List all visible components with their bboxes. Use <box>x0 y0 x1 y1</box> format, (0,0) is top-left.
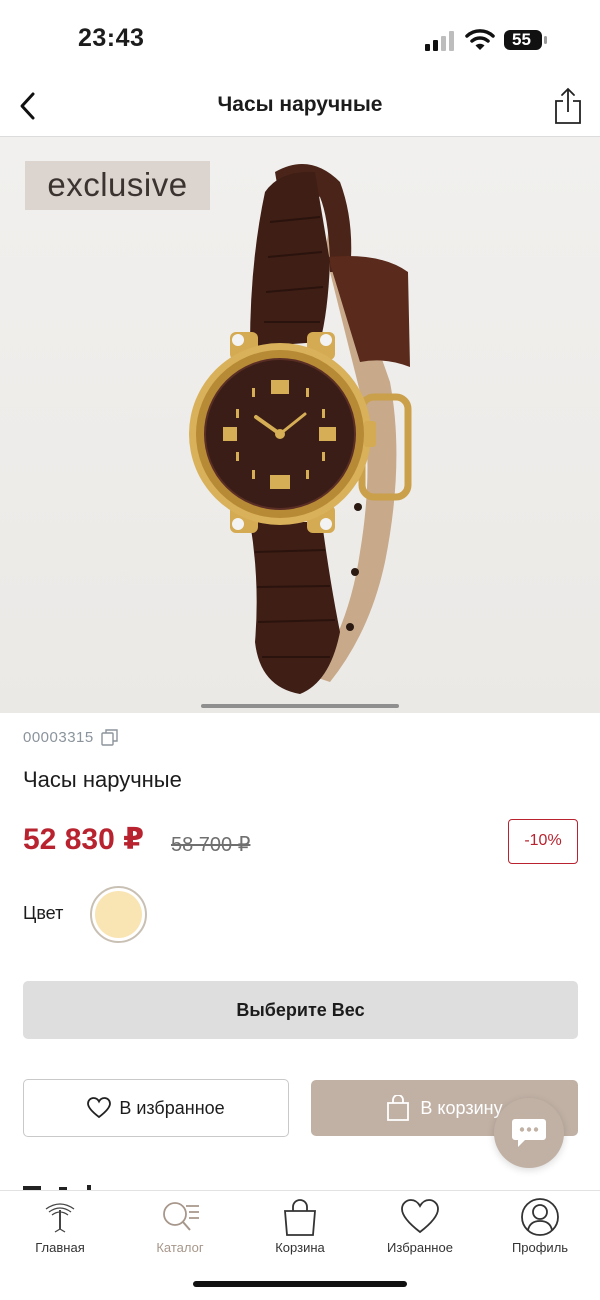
tab-home-label: Главная <box>35 1240 85 1255</box>
current-price: 52 830 ₽ <box>23 823 144 856</box>
catalog-search-icon <box>163 1202 199 1231</box>
tree-logo-icon <box>45 1203 75 1233</box>
heart-outline-icon <box>87 1097 112 1119</box>
heart-icon <box>401 1199 439 1234</box>
image-scroll-indicator <box>201 704 399 708</box>
tab-catalog[interactable]: Каталог <box>120 1191 240 1261</box>
add-to-favorites-button[interactable]: В избранное <box>23 1079 289 1137</box>
copy-icon[interactable] <box>101 728 118 746</box>
cart-button-label: В корзину <box>420 1097 503 1118</box>
color-swatch-gold[interactable] <box>90 886 147 943</box>
status-bar: 23:43 55 <box>0 0 600 80</box>
shopping-bag-icon <box>387 1095 410 1121</box>
battery-level: 55 <box>512 30 531 49</box>
tab-profile-label: Профиль <box>511 1240 569 1255</box>
tab-favorites[interactable]: Избранное <box>360 1191 480 1261</box>
sku-row[interactable]: 00003315 <box>23 726 118 748</box>
chat-icon <box>512 1119 546 1147</box>
product-sku: 00003315 <box>23 728 94 746</box>
page-title: Часы наручные <box>217 93 383 116</box>
favorite-button-label: В избранное <box>119 1097 225 1118</box>
tab-home[interactable]: Главная <box>0 1191 120 1261</box>
discount-badge: -10% <box>508 819 578 864</box>
home-indicator <box>193 1281 407 1287</box>
profile-icon <box>521 1198 559 1236</box>
old-price: 58 700 ₽ <box>171 834 251 856</box>
product-image-gallery[interactable]: exclusive <box>0 137 600 713</box>
wifi-icon <box>465 29 495 50</box>
status-time: 23:43 <box>78 24 145 52</box>
tab-profile[interactable]: Профиль <box>480 1191 600 1261</box>
tab-cart-label: Корзина <box>275 1240 325 1255</box>
wristwatch-image <box>189 164 412 694</box>
color-label: Цвет <box>23 903 64 923</box>
partially-hidden-row <box>23 1185 91 1190</box>
tab-catalog-label: Каталог <box>156 1240 204 1255</box>
cellular-signal-icon <box>425 31 454 51</box>
product-name: Часы наручные <box>23 767 182 792</box>
shopping-bag-icon <box>284 1199 316 1236</box>
tab-favorites-label: Избранное <box>387 1240 453 1255</box>
navigation-bar: Часы наручные <box>0 80 600 137</box>
chat-button[interactable] <box>494 1098 564 1168</box>
select-weight-button[interactable]: Выберите Вес <box>23 981 578 1039</box>
share-icon[interactable] <box>552 86 584 126</box>
tab-cart[interactable]: Корзина <box>240 1191 360 1261</box>
